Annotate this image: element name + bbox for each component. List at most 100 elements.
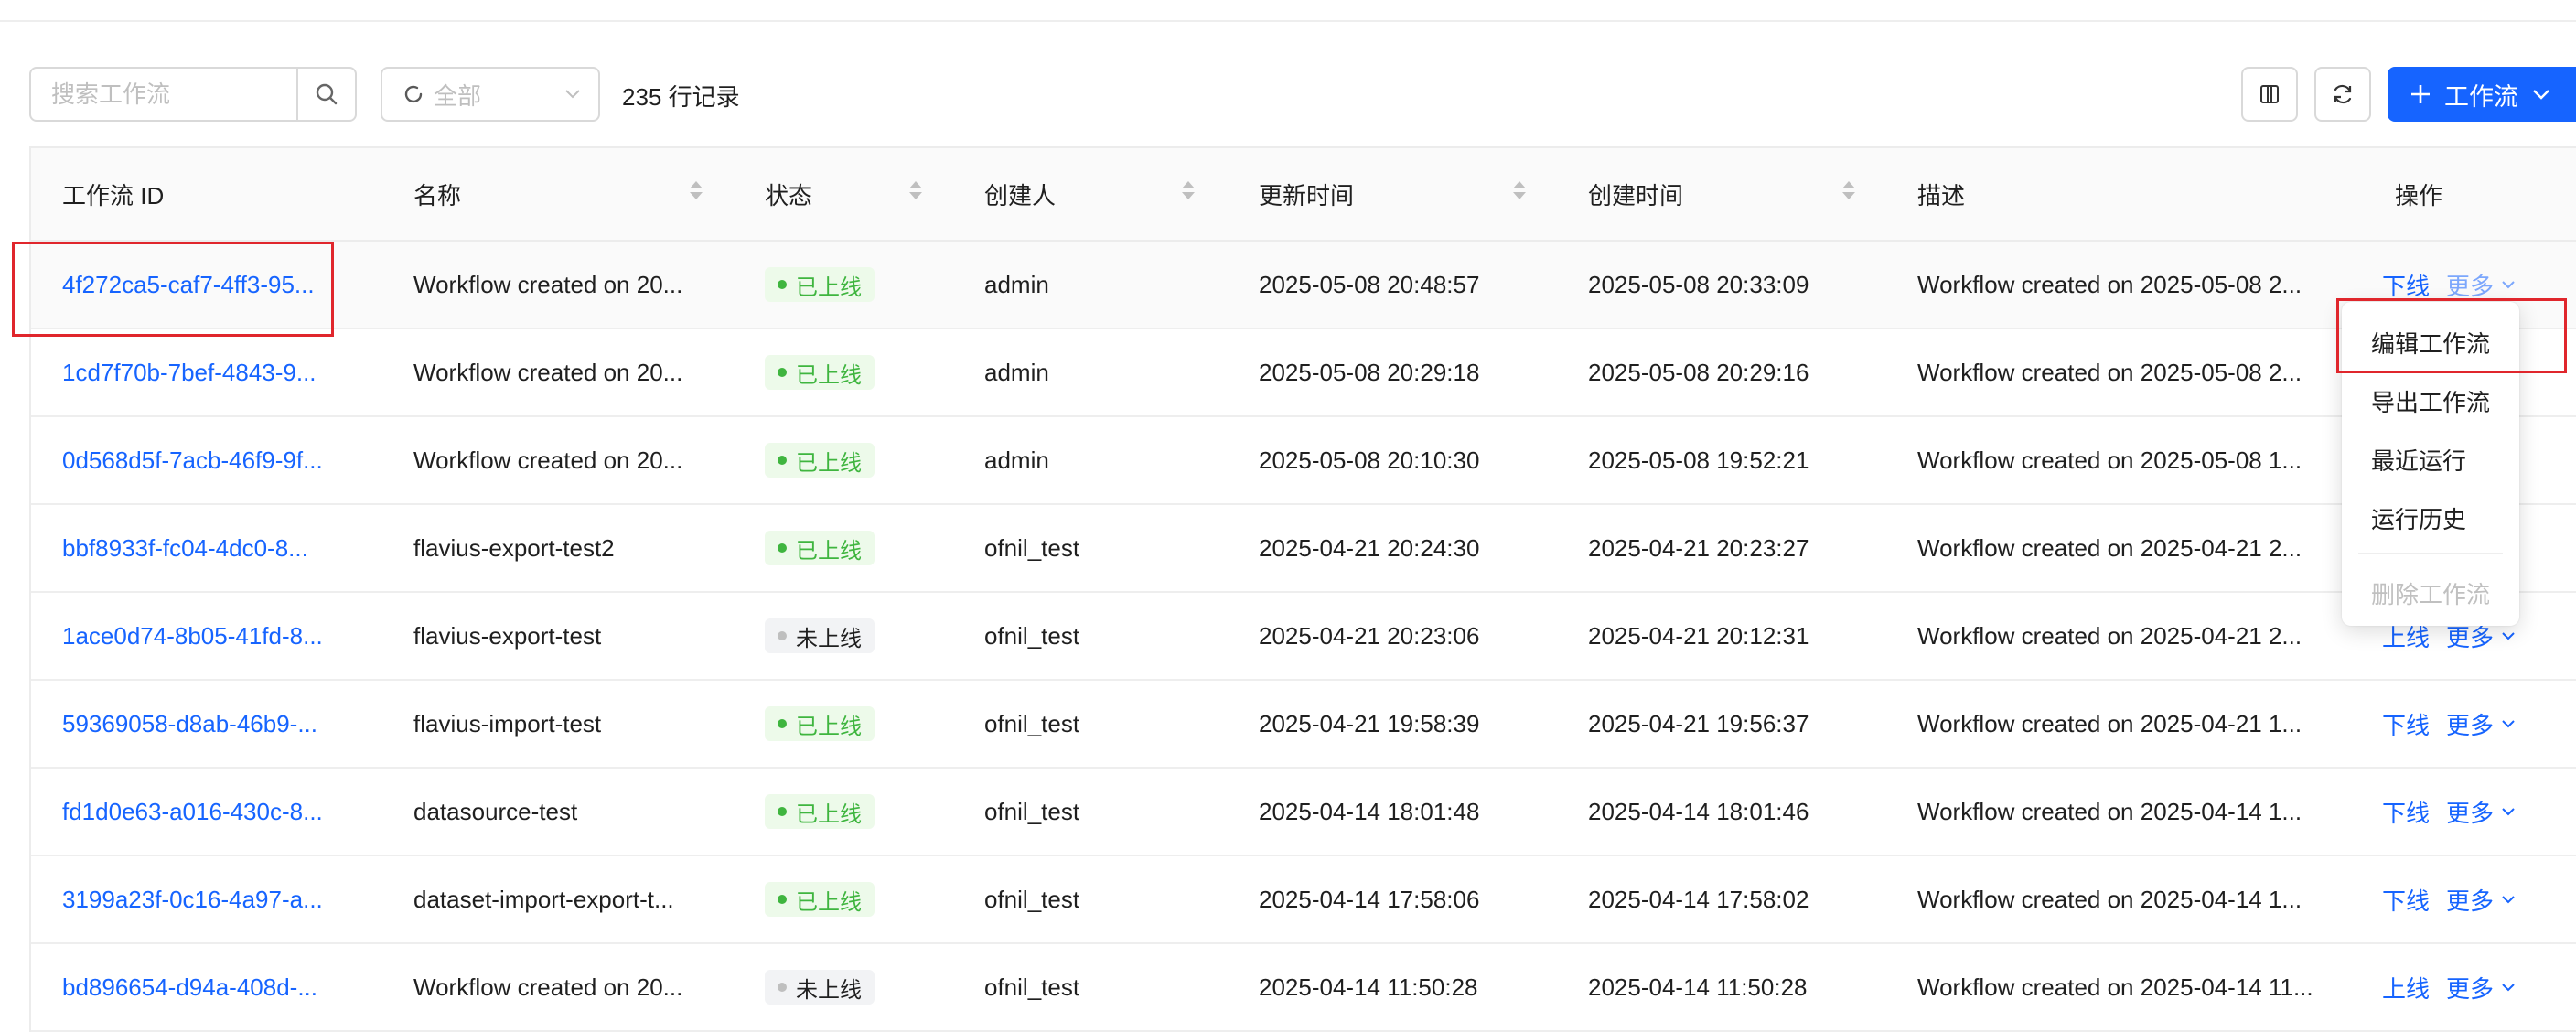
more-label: 更多 [2446, 974, 2495, 1003]
status-badge: 已上线 [765, 794, 875, 829]
offline-link[interactable]: 下线 [2382, 707, 2430, 741]
status-cell: 未上线 [765, 593, 875, 679]
creator: ofnil_test [984, 709, 1080, 737]
more-menu-trigger[interactable]: 更多 [2446, 883, 2516, 917]
workflow-name: flavius-import-test [413, 709, 602, 737]
workflow-table: 工作流 ID 名称 状态 创建人 更新时间 创建时间 描述 操作 4f272ca… [29, 146, 2576, 1032]
status-cell: 已上线 [765, 505, 875, 591]
online-link[interactable]: 上线 [2382, 971, 2430, 1005]
more-menu-trigger[interactable]: 更多 [2446, 795, 2516, 829]
status-label: 未上线 [796, 626, 862, 651]
status-badge: 未上线 [765, 618, 875, 653]
more-menu-trigger[interactable]: 更多 [2446, 268, 2516, 302]
table-row: 4f272ca5-caf7-4ff3-95... Workflow create… [31, 242, 2576, 329]
plus-icon [2411, 85, 2430, 103]
top-divider [0, 20, 2576, 22]
workflow-list-page: 全部 235 行记录 工作流 工作流 ID [0, 0, 2576, 1032]
sort-icon[interactable] [909, 181, 922, 199]
status-badge: 已上线 [765, 267, 875, 302]
workflow-name: Workflow created on 20... [413, 270, 683, 298]
menu-item-recent-runs[interactable]: 最近运行 [2371, 443, 2466, 477]
menu-item-delete-workflow: 删除工作流 [2371, 581, 2491, 608]
refresh-button[interactable] [2314, 67, 2371, 122]
more-menu-trigger[interactable]: 更多 [2446, 971, 2516, 1005]
chevron-down-icon [2502, 632, 2515, 640]
status-dot-icon [778, 368, 787, 377]
offline-link[interactable]: 下线 [2382, 795, 2430, 829]
more-menu-trigger[interactable]: 更多 [2446, 707, 2516, 741]
table-row: bbf8933f-fc04-4dc0-8... flavius-export-t… [31, 505, 2576, 593]
record-count: 235 行记录 [622, 83, 740, 111]
workflow-name: Workflow created on 20... [413, 358, 683, 386]
more-label: 更多 [2446, 799, 2495, 827]
workflow-id-link[interactable]: 59369058-d8ab-46b9-... [62, 681, 379, 767]
table-row: fd1d0e63-a016-430c-8... datasource-test … [31, 769, 2576, 856]
status-dot-icon [778, 807, 787, 816]
more-label: 更多 [2446, 887, 2495, 915]
updated-time: 2025-05-08 20:10:30 [1259, 446, 1480, 474]
creator: ofnil_test [984, 533, 1080, 562]
add-workflow-button[interactable]: 工作流 [2388, 67, 2576, 122]
status-dot-icon [778, 280, 787, 289]
table-row: 59369058-d8ab-46b9-... flavius-import-te… [31, 681, 2576, 769]
status-cell: 已上线 [765, 417, 875, 503]
status-label: 未上线 [796, 977, 862, 1003]
description: Workflow created on 2025-04-14 1... [1917, 885, 2302, 913]
column-header-creator: 创建人 [984, 181, 1057, 210]
created-time: 2025-05-08 19:52:21 [1588, 446, 1809, 474]
creator: admin [984, 358, 1049, 386]
offline-link[interactable]: 下线 [2382, 883, 2430, 917]
updated-time: 2025-04-14 11:50:28 [1259, 973, 1478, 1001]
workflow-id-link[interactable]: bbf8933f-fc04-4dc0-8... [62, 505, 379, 591]
column-settings-button[interactable] [2241, 67, 2298, 122]
updated-time: 2025-05-08 20:29:18 [1259, 358, 1480, 386]
status-dot-icon [778, 719, 787, 728]
workflow-id-link[interactable]: 1ace0d74-8b05-41fd-8... [62, 593, 379, 679]
search-input[interactable] [31, 69, 296, 120]
workflow-id-link[interactable]: 3199a23f-0c16-4a97-a... [62, 856, 379, 942]
menu-item-export-workflow[interactable]: 导出工作流 [2371, 384, 2490, 418]
workflow-id-link[interactable]: fd1d0e63-a016-430c-8... [62, 769, 379, 855]
workflow-name: flavius-export-test2 [413, 533, 615, 562]
sort-icon[interactable] [690, 181, 703, 199]
highlight-box-edit-workflow [2336, 298, 2567, 373]
status-label: 已上线 [796, 450, 862, 476]
column-header-status: 状态 [765, 181, 813, 210]
column-header-actions: 操作 [2395, 181, 2443, 210]
created-time: 2025-04-21 20:23:27 [1588, 533, 1809, 562]
updated-time: 2025-04-21 19:58:39 [1259, 709, 1480, 737]
description: Workflow created on 2025-05-08 2... [1917, 270, 2302, 298]
status-label: 已上线 [796, 538, 862, 564]
sort-icon[interactable] [1182, 181, 1195, 199]
description: Workflow created on 2025-04-14 11... [1917, 973, 2313, 1001]
menu-divider [2358, 553, 2503, 554]
status-circle-icon [404, 85, 423, 103]
highlight-box-workflow-id [12, 242, 334, 337]
status-filter-select[interactable]: 全部 [381, 67, 600, 122]
actions-cell: 下线 更多 [2382, 856, 2516, 942]
column-header-created: 创建时间 [1588, 181, 1684, 210]
sort-icon[interactable] [1513, 181, 1526, 199]
created-time: 2025-04-14 18:01:46 [1588, 797, 1809, 825]
workflow-id-link[interactable]: 0d568d5f-7acb-46f9-9f... [62, 417, 379, 503]
offline-link[interactable]: 下线 [2382, 268, 2430, 302]
created-time: 2025-05-08 20:33:09 [1588, 270, 1809, 298]
updated-time: 2025-04-21 20:24:30 [1259, 533, 1480, 562]
sort-icon[interactable] [1842, 181, 1855, 199]
chevron-down-icon [2533, 90, 2549, 100]
workflow-id-link[interactable]: bd896654-d94a-408d-... [62, 944, 379, 1030]
workflow-id-link[interactable]: 1cd7f70b-7bef-4843-9... [62, 329, 379, 415]
status-badge: 已上线 [765, 355, 875, 390]
column-header-description: 描述 [1917, 181, 1966, 210]
description: Workflow created on 2025-05-08 1... [1917, 446, 2302, 474]
table-row: 3199a23f-0c16-4a97-a... dataset-import-e… [31, 856, 2576, 944]
chevron-down-icon [2502, 808, 2515, 816]
status-dot-icon [778, 456, 787, 465]
menu-item-run-history[interactable]: 运行历史 [2371, 501, 2466, 535]
search-button[interactable] [296, 69, 355, 120]
actions-cell: 下线 更多 [2382, 681, 2516, 767]
actions-cell: 上线 更多 [2382, 944, 2516, 1030]
table-row: 0d568d5f-7acb-46f9-9f... Workflow create… [31, 417, 2576, 505]
status-cell: 已上线 [765, 856, 875, 942]
creator: ofnil_test [984, 797, 1080, 825]
